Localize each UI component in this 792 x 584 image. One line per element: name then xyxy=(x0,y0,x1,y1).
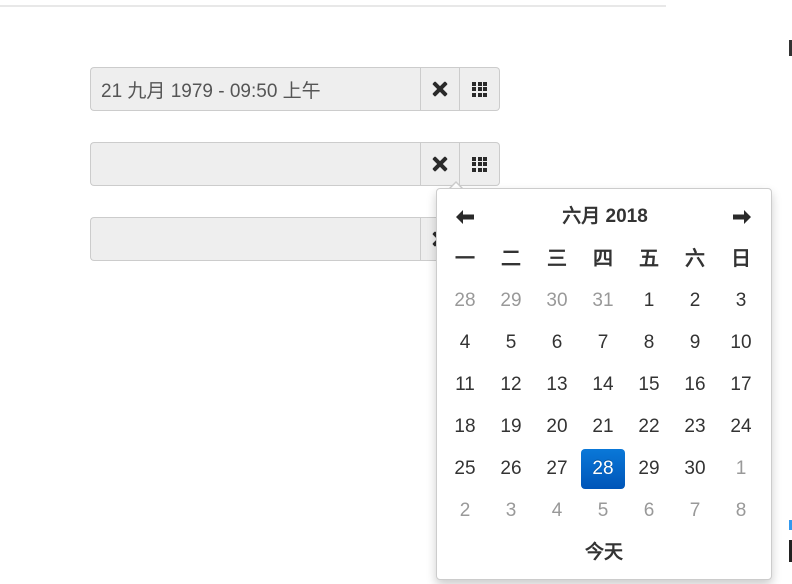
calendar-day[interactable]: 2 xyxy=(443,490,487,532)
calendar-day[interactable]: 28 xyxy=(443,280,487,322)
calendar-header: 六月 2018 xyxy=(437,201,771,233)
calendar-day[interactable]: 4 xyxy=(443,322,487,364)
datetime-field-1[interactable] xyxy=(90,67,420,111)
calendar-day[interactable]: 1 xyxy=(627,280,671,322)
calendar-day[interactable]: 26 xyxy=(489,448,533,490)
datetime-input-group-2 xyxy=(90,142,500,186)
close-icon xyxy=(432,81,448,97)
calendar-day[interactable]: 20 xyxy=(535,406,579,448)
calendar-day[interactable]: 3 xyxy=(719,280,763,322)
calendar-day[interactable]: 31 xyxy=(581,280,625,322)
calendar-day[interactable]: 17 xyxy=(719,364,763,406)
weekday-label: 五 xyxy=(639,248,659,270)
calendar-day[interactable]: 27 xyxy=(535,448,579,490)
calendar-day[interactable]: 11 xyxy=(443,364,487,406)
calendar-grid-icon xyxy=(472,81,487,97)
calendar-day[interactable]: 16 xyxy=(673,364,717,406)
weekday-label: 一 xyxy=(455,248,475,270)
close-icon xyxy=(432,156,448,172)
arrow-left-icon xyxy=(456,210,474,224)
next-month-button[interactable] xyxy=(719,201,765,233)
calendar-day[interactable]: 5 xyxy=(581,490,625,532)
calendar-day[interactable]: 22 xyxy=(627,406,671,448)
datetime-field-3[interactable] xyxy=(90,217,420,261)
calendar-day[interactable]: 10 xyxy=(719,322,763,364)
calendar-day[interactable]: 5 xyxy=(489,322,533,364)
clear-button-2[interactable] xyxy=(420,142,460,186)
calendar-day[interactable]: 6 xyxy=(627,490,671,532)
calendar-day[interactable]: 12 xyxy=(489,364,533,406)
calendar-day[interactable]: 7 xyxy=(581,322,625,364)
weekday-label: 三 xyxy=(547,248,567,270)
calendar-day[interactable]: 19 xyxy=(489,406,533,448)
calendar-day[interactable]: 3 xyxy=(489,490,533,532)
calendar-day[interactable]: 29 xyxy=(627,448,671,490)
calendar-days-grid: 28 29 30 31 1 2 3 4 5 6 7 8 9 10 11 12 13 14 15 16 17 18 19 20 2… xyxy=(442,280,764,532)
month-year-title[interactable]: 六月 2018 xyxy=(532,201,678,233)
prev-month-button[interactable] xyxy=(442,201,488,233)
calendar-day[interactable]: 6 xyxy=(535,322,579,364)
arrow-right-icon xyxy=(733,210,751,224)
calendar-day[interactable]: 9 xyxy=(673,322,717,364)
calendar-day[interactable]: 25 xyxy=(443,448,487,490)
calendar-day[interactable]: 24 xyxy=(719,406,763,448)
date-picker-popup: 六月 2018 一 二 三 四 五 六 日 28 29 30 31 1 2 3 4 5 6 7 8 9 1… xyxy=(436,188,772,580)
weekday-label: 六 xyxy=(685,248,705,270)
calendar-day[interactable]: 21 xyxy=(581,406,625,448)
weekday-header-row: 一 二 三 四 五 六 日 xyxy=(442,243,764,275)
calendar-grid-icon xyxy=(472,156,487,172)
weekday-label: 日 xyxy=(731,248,751,270)
datetime-input-group-1 xyxy=(90,67,500,111)
today-button[interactable]: 今天 xyxy=(437,537,771,569)
calendar-day[interactable]: 4 xyxy=(535,490,579,532)
calendar-day[interactable]: 18 xyxy=(443,406,487,448)
calendar-button-1[interactable] xyxy=(460,67,500,111)
calendar-day[interactable]: 8 xyxy=(719,490,763,532)
calendar-day[interactable]: 7 xyxy=(673,490,717,532)
top-divider xyxy=(0,5,666,7)
weekday-label: 二 xyxy=(501,248,521,270)
calendar-day[interactable]: 2 xyxy=(673,280,717,322)
calendar-day[interactable]: 30 xyxy=(673,448,717,490)
calendar-day[interactable]: 15 xyxy=(627,364,671,406)
calendar-day[interactable]: 30 xyxy=(535,280,579,322)
calendar-day[interactable]: 13 xyxy=(535,364,579,406)
weekday-label: 四 xyxy=(593,248,613,270)
calendar-day-selected[interactable]: 28 xyxy=(581,449,625,489)
calendar-day[interactable]: 8 xyxy=(627,322,671,364)
calendar-day[interactable]: 14 xyxy=(581,364,625,406)
calendar-day[interactable]: 23 xyxy=(673,406,717,448)
calendar-button-2[interactable] xyxy=(460,142,500,186)
calendar-day[interactable]: 1 xyxy=(719,448,763,490)
clear-button-1[interactable] xyxy=(420,67,460,111)
page: 六月 2018 一 二 三 四 五 六 日 282930311234567891… xyxy=(0,0,792,584)
calendar-day[interactable]: 29 xyxy=(489,280,533,322)
datetime-field-2[interactable] xyxy=(90,142,420,186)
